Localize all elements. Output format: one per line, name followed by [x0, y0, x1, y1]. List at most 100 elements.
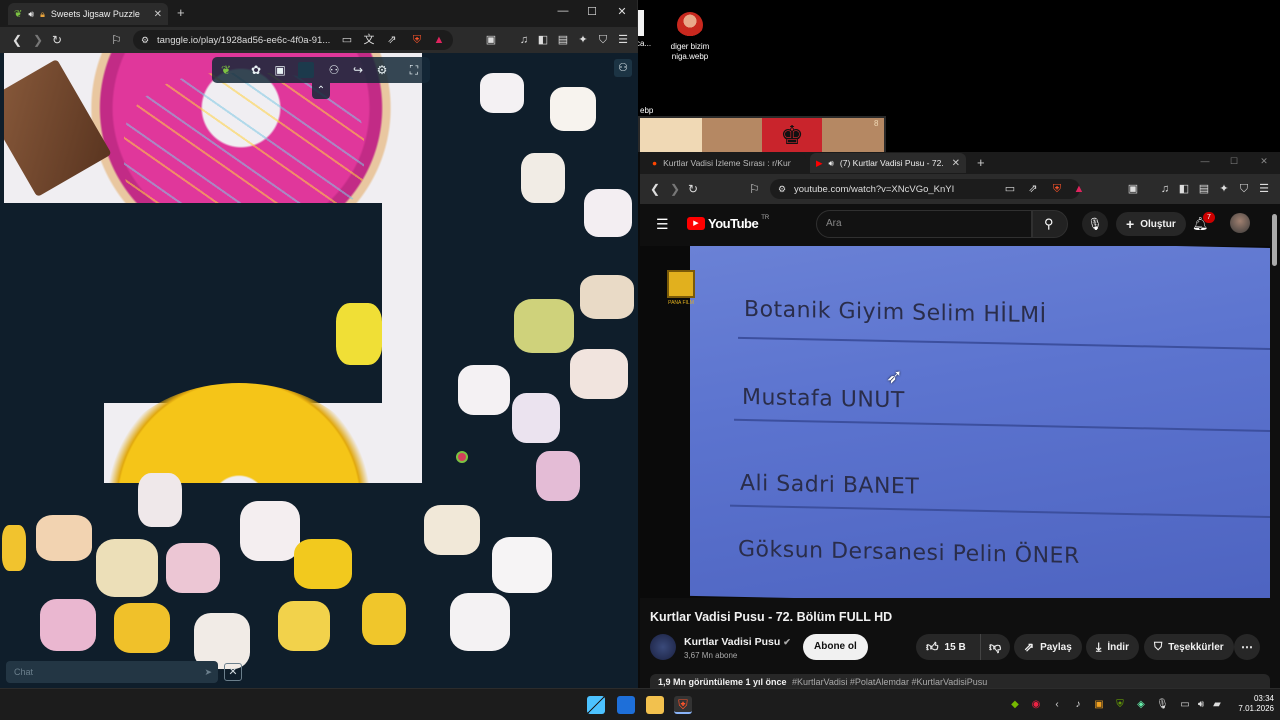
audio-icon[interactable]: 🔊︎ [28, 9, 34, 20]
sidebar-toggle-icon[interactable]: ▣ [1126, 182, 1140, 196]
bookmark-icon[interactable]: ⚐ [111, 33, 122, 47]
puzzle-piece[interactable] [514, 299, 574, 353]
puzzle-piece[interactable] [40, 599, 96, 651]
media-icon[interactable]: ♫ [1158, 182, 1172, 196]
puzzle-piece[interactable] [536, 451, 580, 501]
tray-music-icon[interactable]: ♪ [1072, 699, 1084, 711]
youtube-logo[interactable]: ▶ YouTube TR [687, 215, 769, 231]
reload-icon[interactable]: ↻ [688, 182, 698, 196]
vpn-icon[interactable]: ⛉ [596, 33, 610, 47]
wallet-icon[interactable]: ▤ [1197, 182, 1211, 196]
bookmark-icon[interactable]: ⚐ [749, 182, 760, 196]
hamburger-menu-icon[interactable]: ☰ [656, 216, 669, 233]
puzzle-piece[interactable] [36, 515, 92, 561]
maximize-button[interactable]: ☐ [1224, 156, 1244, 167]
puzzle-piece[interactable] [580, 275, 634, 319]
puzzle-piece[interactable] [521, 153, 565, 203]
background-color-icon[interactable] [298, 62, 314, 78]
avatar[interactable] [1230, 213, 1250, 233]
url-field[interactable]: ⚙ tanggle.io/play/1928ad56-ee6c-4f0a-91.… [133, 30, 453, 50]
search-button[interactable]: ⚲ [1032, 210, 1068, 238]
page-scrollbar[interactable] [1272, 214, 1277, 266]
back-icon[interactable]: ❮ [650, 182, 660, 196]
puzzle-piece[interactable] [294, 539, 352, 589]
folder-icon[interactable] [646, 696, 664, 714]
create-button[interactable]: + Oluştur [1116, 212, 1186, 236]
search-input[interactable]: Ara [816, 210, 1032, 238]
site-info-icon[interactable]: ⚙ [141, 35, 149, 46]
cast-icon[interactable]: ▭ [1003, 182, 1017, 196]
puzzle-piece[interactable] [480, 73, 524, 113]
players-icon[interactable]: ⚇ [326, 62, 342, 78]
tray-app-icon[interactable]: ◉ [1030, 699, 1042, 711]
puzzle-piece[interactable] [458, 365, 510, 415]
new-tab-button[interactable]: + [977, 155, 985, 170]
puzzle-piece[interactable] [166, 543, 220, 593]
puzzle-piece[interactable] [584, 189, 632, 237]
more-actions-button[interactable]: ⋯ [1234, 634, 1260, 660]
description-box[interactable]: 1,9 Mn görüntüleme 1 yıl önce #KurtlarVa… [650, 674, 1270, 688]
tab-close-icon[interactable]: ✕ [154, 9, 162, 20]
channel-name[interactable]: Kurtlar Vadisi Pusu ✔ [684, 636, 791, 648]
puzzle-piece[interactable] [550, 87, 596, 131]
thanks-button[interactable]: ⛉ Teşekkürler [1144, 634, 1234, 660]
site-info-icon[interactable]: ⚙ [778, 184, 786, 195]
wallet-icon[interactable]: ▤ [556, 33, 570, 47]
puzzle-piece[interactable] [114, 603, 170, 653]
maximize-button[interactable]: ☐ [582, 5, 602, 18]
menu-icon[interactable]: ☰ [616, 33, 630, 47]
tray-steam-icon[interactable]: ◈ [1135, 699, 1147, 711]
new-tab-button[interactable]: + [177, 5, 185, 20]
collapse-toolbar-icon[interactable]: ⌃ [312, 83, 330, 99]
puzzle-canvas[interactable]: ❦ ✿ ▣ ⚇ ↪ ⚙ ⛶ ⌃ ⚇ Chat ➤ ✕ [0, 53, 638, 688]
fullscreen-icon[interactable]: ⛶ [406, 62, 422, 78]
share-puzzle-icon[interactable]: ↪ [350, 62, 366, 78]
puzzle-piece[interactable] [492, 537, 552, 593]
puzzle-piece[interactable] [362, 593, 406, 645]
dislike-button[interactable]: 👎︎ [980, 634, 1010, 660]
translate-icon[interactable]: 文 [362, 33, 376, 47]
chat-input[interactable]: Chat ➤ [6, 661, 218, 683]
tray-nvidia-icon[interactable]: ◆ [1009, 699, 1021, 711]
puzzle-piece[interactable] [2, 525, 26, 571]
brave-shield-icon[interactable]: ⛨ [410, 33, 424, 47]
puzzle-piece[interactable] [336, 303, 382, 365]
brave-browser-icon[interactable]: ⛨ [674, 696, 692, 714]
puzzle-piece[interactable] [424, 505, 480, 555]
file-explorer-icon[interactable] [617, 696, 635, 714]
reload-icon[interactable]: ↻ [52, 33, 62, 47]
puzzle-piece[interactable] [240, 501, 300, 561]
assembled-puzzle-board[interactable] [4, 53, 422, 483]
forward-icon[interactable]: ❯ [33, 33, 43, 47]
tab-youtube-video[interactable]: ▶ 🔊︎ (7) Kurtlar Vadisi Pusu - 72. B ✕ [810, 153, 966, 173]
menu-icon[interactable]: ☰ [1257, 182, 1271, 196]
share-icon[interactable]: ⇗ [385, 33, 399, 47]
tray-mic-icon[interactable]: 🎙︎ [1156, 699, 1169, 711]
brave-rewards-icon[interactable]: ▲ [432, 33, 446, 47]
sidebar-toggle-icon[interactable]: ▣ [484, 33, 498, 47]
brave-rewards-icon[interactable]: ▲ [1072, 182, 1086, 196]
leo-ai-icon[interactable]: ✦ [1217, 182, 1231, 196]
channel-avatar[interactable] [650, 634, 676, 660]
tray-volume-icon[interactable]: 🔊︎ [1195, 699, 1207, 711]
media-icon[interactable]: ♫ [517, 33, 531, 47]
close-window-button[interactable]: ✕ [1254, 156, 1274, 167]
tray-battery-icon[interactable]: ▰ [1211, 699, 1223, 711]
tray-network-icon[interactable]: ▭ [1179, 699, 1191, 711]
windows-start-icon[interactable] [587, 696, 605, 714]
cast-icon[interactable]: ▭ [340, 33, 354, 47]
audio-icon[interactable]: 🔊︎ [829, 158, 834, 169]
description-tags[interactable]: #KurtlarVadisi #PolatAlemdar #KurtlarVad… [792, 677, 987, 687]
sidebar-icon[interactable]: ◧ [536, 33, 550, 47]
puzzle-piece[interactable] [278, 601, 330, 651]
puzzle-piece[interactable] [96, 539, 158, 597]
forward-icon[interactable]: ❯ [670, 182, 680, 196]
minimize-button[interactable]: — [1195, 156, 1215, 166]
puzzle-piece[interactable] [138, 473, 182, 527]
download-button[interactable]: ⤓ İndir [1086, 634, 1139, 660]
users-panel-icon[interactable]: ⚇ [614, 59, 632, 77]
close-window-button[interactable]: ✕ [612, 5, 632, 18]
voice-search-button[interactable]: 🎙︎ [1082, 211, 1108, 237]
send-icon[interactable]: ➤ [204, 661, 212, 683]
clock[interactable]: 03:34 7.01.2026 [1228, 694, 1274, 714]
